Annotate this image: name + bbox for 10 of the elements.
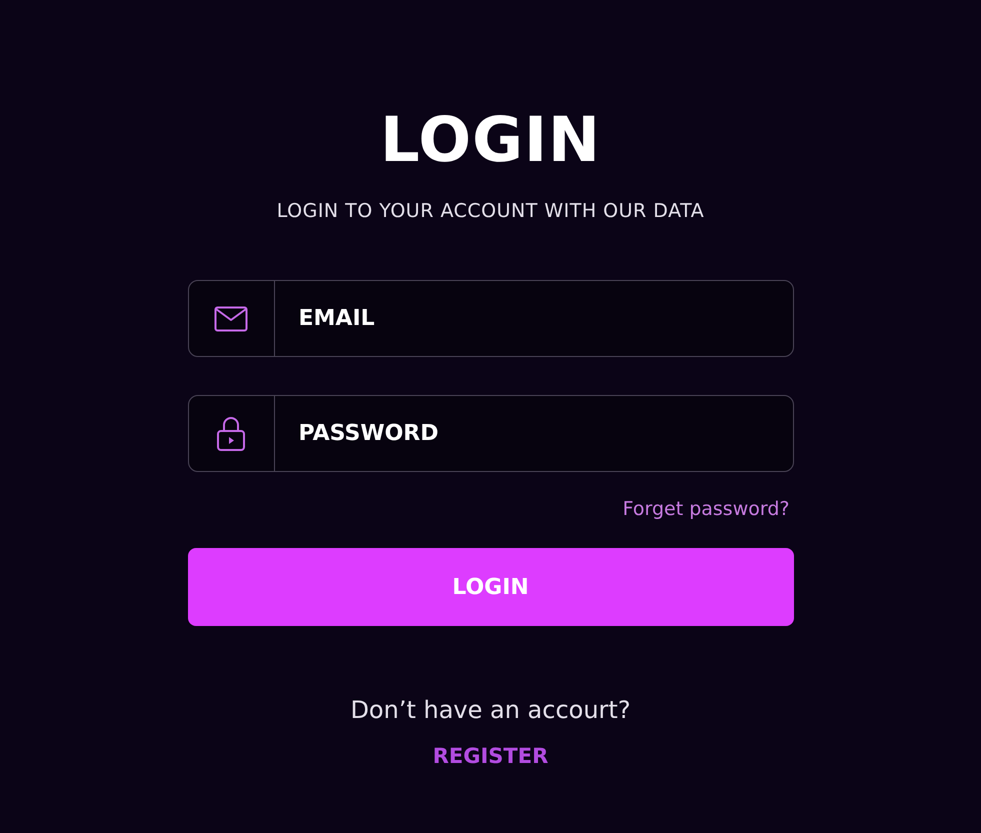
forgot-password-link[interactable]: Forget password?	[622, 498, 790, 520]
subtitle: LOGIN TO YOUR ACCOUNT WITH OUR DATA	[276, 200, 704, 222]
password-field[interactable]: PASSWORD	[188, 395, 794, 472]
signup-prompt: Don’t have an accourt?	[350, 696, 631, 724]
register-link[interactable]: REGISTER	[432, 744, 548, 768]
page-title: LOGIN	[380, 104, 601, 176]
envelope-icon	[214, 306, 248, 332]
email-field[interactable]: EMAIL	[188, 280, 794, 357]
padlock-icon	[216, 416, 246, 452]
login-button[interactable]: LOGIN	[188, 548, 794, 626]
